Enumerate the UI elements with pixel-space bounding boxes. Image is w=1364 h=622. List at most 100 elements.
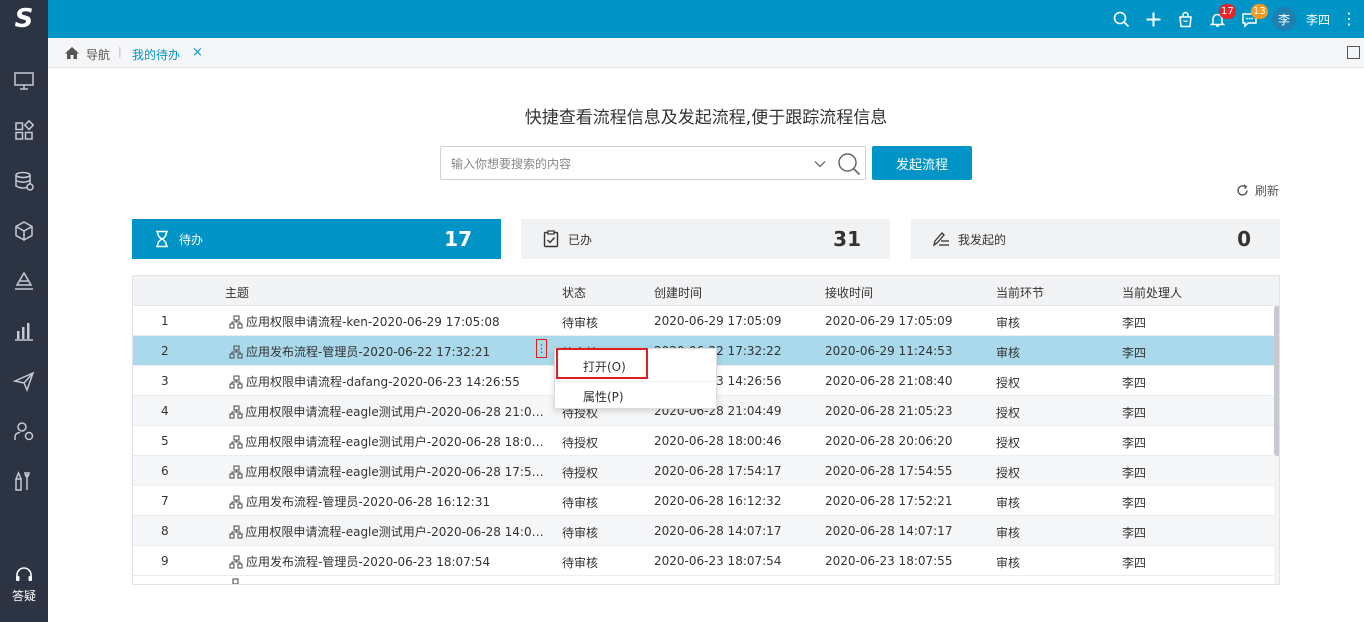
header-subject[interactable]: 主题	[225, 284, 249, 301]
row-subject[interactable]: 应用权限申请流程-eagle测试用户-2020-06-28 21:04:48	[229, 403, 547, 420]
table-row[interactable]: 1 应用权限申请流程-ken-2020-06-29 17:05:08 待审核 2020…	[133, 306, 1275, 336]
table-row[interactable]: 9 应用发布流程-管理员-2020-06-23 18:07:54 待审核 2020-0…	[133, 546, 1275, 576]
table-row[interactable]: 8 应用权限申请流程-eagle测试用户-2020-06-28 14:07:16 待…	[133, 516, 1275, 546]
refresh-button[interactable]: 刷新	[1236, 182, 1279, 198]
help-button[interactable]: 答疑	[0, 566, 48, 616]
layers-icon[interactable]	[0, 264, 48, 298]
row-number: 9	[161, 554, 169, 568]
database-icon[interactable]	[0, 164, 48, 198]
scroll-thumb[interactable]	[1274, 306, 1279, 456]
header-received[interactable]: 接收时间	[825, 284, 873, 301]
row-handler: 李四	[1122, 316, 1147, 330]
row-subject-text: 应用权限申请流程-ken-2020-06-29 17:05:08	[246, 315, 500, 329]
row-step: 审核	[996, 496, 1021, 510]
row-received: 2020-06-29 17:05:09	[825, 314, 953, 328]
breadcrumb: 导航 | 我的待办 ×	[48, 38, 1364, 68]
workflow-icon	[229, 404, 245, 419]
more-menu-icon[interactable]: ⋮	[1340, 0, 1358, 38]
monitor-icon[interactable]	[0, 64, 48, 98]
user-settings-icon[interactable]	[0, 414, 48, 448]
header-handler[interactable]: 当前处理人	[1122, 284, 1182, 301]
bag-icon[interactable]	[1170, 0, 1202, 38]
row-actions-trigger[interactable]: ⋮	[536, 339, 547, 358]
row-step: 授权	[996, 436, 1021, 450]
table-header: 主题 状态 创建时间 接收时间 当前环节 当前处理人	[133, 276, 1279, 306]
header-step[interactable]: 当前环节	[996, 284, 1044, 301]
row-subject-text: 应用权限申请流程-eagle测试用户-2020-06-28 14:07:16	[245, 525, 547, 539]
page-headline: 快捷查看流程信息及发起流程,便于跟踪流程信息	[524, 108, 888, 128]
top-bar: S 17 13 李 李四 ⋮	[0, 0, 1364, 38]
row-subject[interactable]: 应用权限申请流程-eagle测试用户-2020-06-28 17:54:16	[229, 463, 547, 480]
maximize-icon[interactable]	[1347, 46, 1360, 59]
clipboard-check-icon	[543, 230, 559, 248]
row-state: 待授权	[562, 436, 599, 450]
help-label: 答疑	[11, 589, 36, 603]
avatar[interactable]: 李	[1271, 7, 1296, 31]
row-number: 6	[161, 464, 169, 478]
workflow-icon	[229, 524, 245, 539]
table-row[interactable]: 7 应用发布流程-管理员-2020-06-28 16:12:31 待审核 2020-0…	[133, 486, 1275, 516]
hourglass-icon	[156, 230, 168, 248]
card-todo[interactable]: 待办 17	[132, 219, 501, 259]
row-subject-text: 应用发布流程-管理员-2020-06-22 17:32:21	[246, 345, 491, 359]
row-subject[interactable]: 应用权限申请流程-eagle测试用户-2020-06-28 18:00:45	[229, 433, 547, 450]
tab-my-todo[interactable]: 我的待办	[132, 46, 180, 63]
row-created: 2020-06-28 14:07:17	[654, 524, 782, 538]
row-received: 2020-06-23 18:07:55	[825, 554, 953, 568]
home-icon[interactable]	[64, 46, 80, 60]
todo-table: 主题 状态 创建时间 接收时间 当前环节 当前处理人 1 应用权限申请流程-ken…	[132, 275, 1280, 585]
table-row[interactable]: 5 应用权限申请流程-eagle测试用户-2020-06-28 18:00:45 待…	[133, 426, 1275, 456]
row-subject[interactable]: 应用发布流程-管理员-2020-06-28 16:12:31	[229, 493, 547, 510]
row-created: 2020-06-28 17:54:17	[654, 464, 782, 478]
close-tab-icon[interactable]: ×	[192, 45, 203, 60]
row-created: 2020-06-23 18:07:54	[654, 554, 782, 568]
row-subject[interactable]: 应用权限申请流程-dafang-2020-06-23 14:26:55	[229, 373, 547, 390]
app-logo[interactable]: S	[0, 0, 48, 38]
chart-icon[interactable]	[0, 314, 48, 348]
cube-icon[interactable]	[0, 214, 48, 248]
row-number: 8	[161, 524, 169, 538]
card-done[interactable]: 已办 31	[521, 219, 890, 259]
card-todo-count: 17	[444, 227, 472, 251]
row-handler: 李四	[1122, 406, 1147, 420]
breadcrumb-separator: |	[118, 45, 122, 58]
card-initiated[interactable]: 我发起的 0	[911, 219, 1280, 259]
row-state: 待审核	[562, 556, 599, 570]
row-created: 2020-06-29 17:05:09	[654, 314, 782, 328]
workflow-icon	[229, 554, 246, 569]
bell-icon[interactable]: 17	[1202, 0, 1236, 38]
row-handler: 李四	[1122, 556, 1147, 570]
card-initiated-label: 我发起的	[958, 232, 1007, 247]
header-state[interactable]: 状态	[562, 284, 586, 301]
search-icon[interactable]	[837, 152, 861, 176]
chat-icon[interactable]: 13	[1234, 0, 1268, 38]
search-input[interactable]	[451, 154, 801, 174]
workflow-icon	[229, 344, 246, 359]
row-created: 2020-06-28 16:12:32	[654, 494, 782, 508]
open-highlight-box	[556, 348, 648, 379]
row-subject[interactable]: 应用权限申请流程-eagle测试用户-2020-06-28 14:07:16	[229, 523, 547, 540]
header-created[interactable]: 创建时间	[654, 284, 702, 301]
row-subject[interactable]: 应用权限申请流程-ken-2020-06-29 17:05:08	[229, 313, 547, 330]
tools-icon[interactable]	[0, 464, 48, 498]
card-todo-label: 待办	[179, 232, 204, 247]
row-subject[interactable]: 应用发布流程-管理员-2020-06-22 17:32:21	[229, 343, 547, 360]
search-icon[interactable]	[1106, 0, 1138, 38]
apps-icon[interactable]	[0, 114, 48, 148]
row-number: 1	[161, 314, 169, 328]
menu-item-properties[interactable]: 属性(P)	[555, 381, 716, 411]
workflow-icon	[229, 374, 246, 389]
username[interactable]: 李四	[1306, 11, 1330, 28]
start-process-button[interactable]: 发起流程	[872, 146, 972, 180]
table-scrollbar[interactable]	[1274, 306, 1279, 584]
chevron-down-icon[interactable]	[813, 157, 827, 171]
send-icon[interactable]	[0, 364, 48, 398]
workflow-icon	[229, 314, 246, 329]
breadcrumb-home[interactable]: 导航	[86, 46, 110, 63]
row-number: 4	[161, 404, 169, 418]
row-number: 2	[161, 344, 169, 358]
row-subject-text: 应用发布流程-管理员-2020-06-23 18:07:54	[246, 555, 491, 569]
row-subject[interactable]: 应用发布流程-管理员-2020-06-23 18:07:54	[229, 553, 547, 570]
plus-icon[interactable]	[1138, 0, 1170, 38]
table-row[interactable]: 6 应用权限申请流程-eagle测试用户-2020-06-28 17:54:16 待…	[133, 456, 1275, 486]
